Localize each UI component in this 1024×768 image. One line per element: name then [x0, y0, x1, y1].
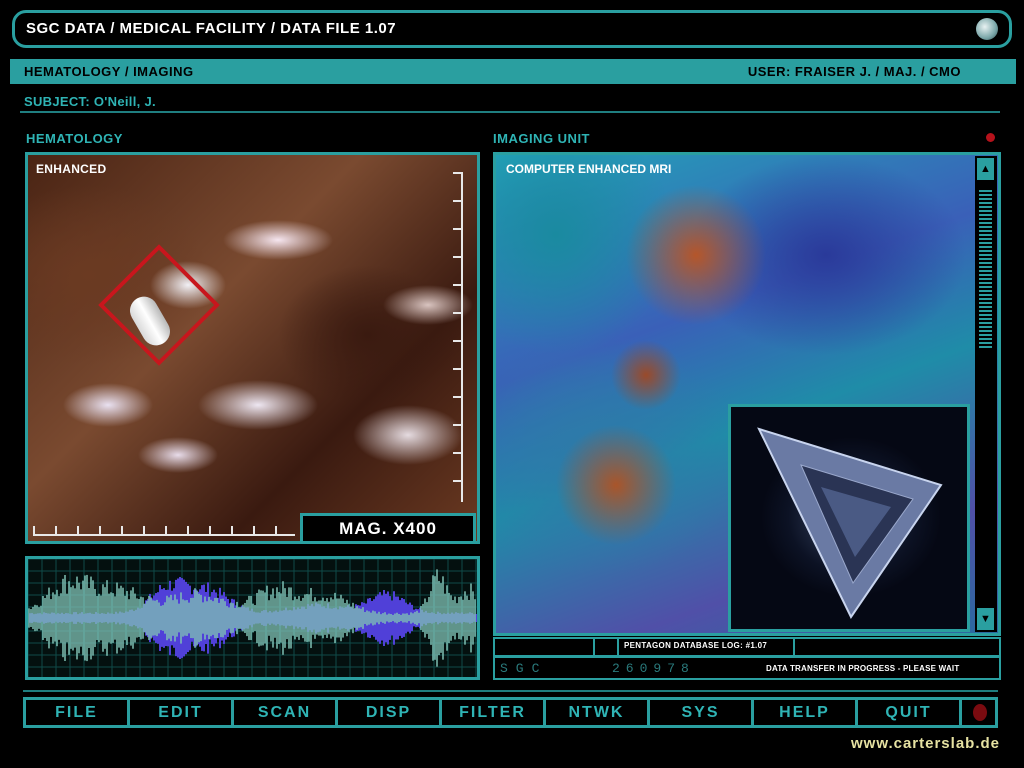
website-url: www.carterslab.de	[851, 735, 1000, 752]
pyramid-object-icon	[757, 427, 943, 619]
scrollbar-thumb[interactable]	[979, 190, 992, 350]
scale-tick	[453, 424, 461, 426]
scale-tick	[453, 228, 461, 230]
scale-tick	[453, 200, 461, 202]
menu-item-scan[interactable]: SCAN	[234, 700, 338, 725]
waveform-graph	[28, 559, 477, 677]
section-breadcrumb: HEMATOLOGY / IMAGING	[24, 64, 194, 79]
hematology-overlay-label: ENHANCED	[36, 162, 107, 176]
scale-tick	[453, 480, 461, 482]
serial-number: 260978	[612, 661, 695, 676]
hematology-image-panel[interactable]	[25, 152, 480, 544]
power-button-icon[interactable]	[973, 704, 987, 721]
scale-tick	[165, 526, 167, 534]
scale-tick	[33, 526, 35, 534]
hematology-title: HEMATOLOGY	[26, 131, 123, 146]
arrow-down-icon[interactable]: ▼	[977, 608, 994, 630]
menu-item-sys[interactable]: SYS	[650, 700, 754, 725]
menu-item-edit[interactable]: EDIT	[130, 700, 234, 725]
menu-item-filter[interactable]: FILTER	[442, 700, 546, 725]
scale-tick	[453, 368, 461, 370]
scale-tick	[453, 452, 461, 454]
scale-tick	[143, 526, 145, 534]
scale-tick	[453, 340, 461, 342]
mri-overlay-label: COMPUTER ENHANCED MRI	[506, 162, 672, 176]
scale-tick	[453, 284, 461, 286]
scale-tick	[231, 526, 233, 534]
window-title: SGC DATA / MEDICAL FACILITY / DATA FILE …	[26, 20, 397, 37]
menu-item-ntwk[interactable]: NTWK	[546, 700, 650, 725]
imaging-unit-title: IMAGING UNIT	[493, 131, 590, 146]
scale-tick	[77, 526, 79, 534]
scale-tick	[453, 312, 461, 314]
scale-tick	[187, 526, 189, 534]
sgc-code: SGC	[500, 661, 548, 676]
magnification-readout: MAG. X400	[300, 513, 476, 544]
scale-tick	[453, 172, 461, 174]
scale-tick	[55, 526, 57, 534]
scale-tick	[275, 526, 277, 534]
scale-tick	[209, 526, 211, 534]
subject-label: SUBJECT: O'Neill, J.	[24, 94, 156, 109]
inset-render[interactable]	[728, 404, 970, 632]
scale-tick	[99, 526, 101, 534]
menu-item-quit[interactable]: QUIT	[858, 700, 962, 725]
menu-divider	[23, 690, 998, 692]
scale-tick	[121, 526, 123, 534]
menu-item-file[interactable]: FILE	[26, 700, 130, 725]
stargate-emblem-icon	[976, 18, 998, 40]
scale-tick	[453, 396, 461, 398]
scale-tick	[453, 256, 461, 258]
waveform-panel	[25, 556, 480, 680]
menu-item-disp[interactable]: DISP	[338, 700, 442, 725]
transfer-status: DATA TRANSFER IN PROGRESS - PLEASE WAIT	[766, 664, 960, 673]
target-reticle-bracket	[98, 244, 220, 366]
user-info: USER: FRAISER J. / MAJ. / CMO	[747, 64, 961, 79]
divider	[20, 111, 1000, 113]
scale-tick	[253, 526, 255, 534]
menu-item-help[interactable]: HELP	[754, 700, 858, 725]
arrow-up-icon[interactable]: ▲	[977, 158, 994, 180]
horizontal-scale	[33, 524, 295, 536]
status-indicator-icon	[986, 133, 995, 142]
database-log-label: PENTAGON DATABASE LOG: #1.07	[624, 641, 768, 650]
vertical-scale	[451, 172, 463, 502]
